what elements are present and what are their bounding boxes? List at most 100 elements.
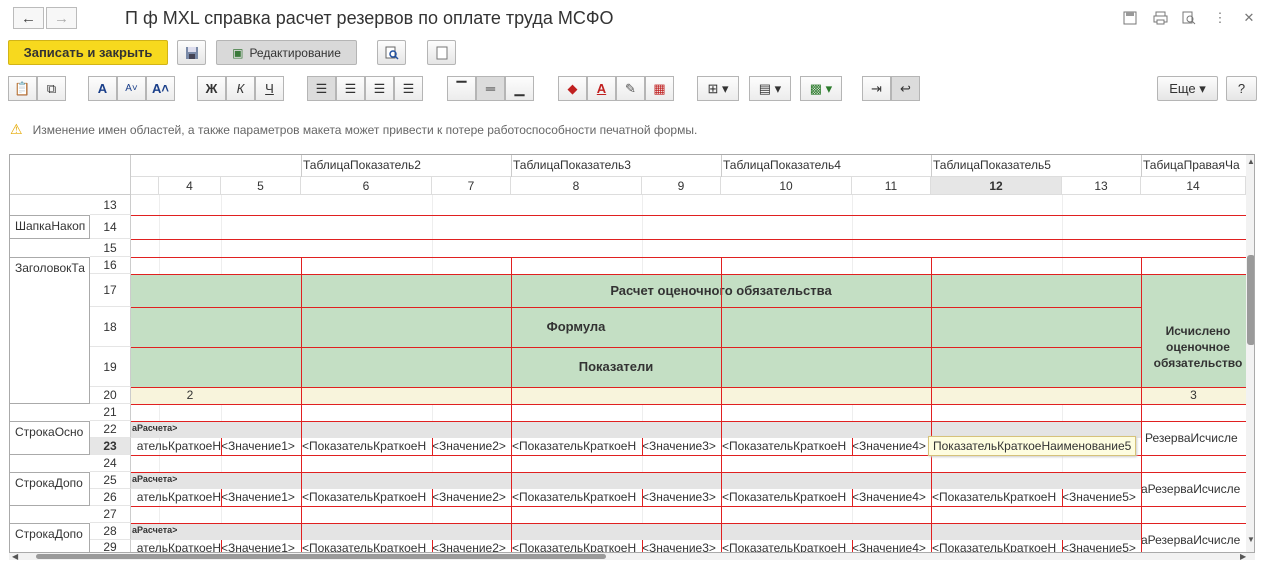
cell[interactable]: ательКраткоеН: [131, 541, 221, 552]
cell[interactable]: <ПоказательКраткоеН: [722, 439, 852, 453]
col-number[interactable]: 6: [301, 177, 432, 195]
row-number[interactable]: 21: [90, 404, 131, 421]
cell[interactable]: <Значение4>: [852, 490, 931, 504]
justify-button[interactable]: ☰: [394, 76, 423, 101]
cell[interactable]: аРезерваИсчисле: [1141, 482, 1246, 496]
clear-format-button[interactable]: ▦: [645, 76, 674, 101]
back-button[interactable]: ←: [13, 7, 44, 29]
more-button[interactable]: Еще ▾: [1157, 76, 1218, 101]
cell[interactable]: ательКраткоеН: [131, 490, 221, 504]
row-number[interactable]: 14: [90, 215, 131, 239]
cell[interactable]: <ПоказательКраткоеН: [722, 490, 852, 504]
valign-bottom-button[interactable]: ▁: [505, 76, 534, 101]
paste-button[interactable]: 📋: [8, 76, 37, 101]
row-number[interactable]: 20: [90, 387, 131, 404]
area-label[interactable]: ШапкаНакоп: [10, 215, 90, 239]
area-label[interactable]: СтрокаДопо: [10, 523, 90, 552]
cell[interactable]: <Значение2>: [432, 541, 511, 552]
col-number[interactable]: 8: [511, 177, 642, 195]
cell[interactable]: <Значение1>: [221, 439, 301, 453]
col-number[interactable]: 4: [159, 177, 221, 195]
align-right-button[interactable]: ☰: [365, 76, 394, 101]
cell[interactable]: <ПоказательКраткоеН: [932, 541, 1062, 552]
col-number[interactable]: 13: [1062, 177, 1141, 195]
row-number[interactable]: 16: [90, 257, 131, 274]
cell[interactable]: <ПоказательКраткоеН: [302, 439, 432, 453]
area-label[interactable]: ЗаголовокТа: [10, 257, 90, 404]
row-number[interactable]: 26: [90, 489, 131, 506]
align-center-button[interactable]: ☰: [336, 76, 365, 101]
table-button[interactable]: ▤ ▾: [749, 76, 791, 101]
row-number[interactable]: 29: [90, 540, 131, 552]
row-number[interactable]: 15: [90, 239, 131, 257]
cell[interactable]: <Значение1>: [221, 541, 301, 552]
spreadsheet-grid[interactable]: ТаблицаПоказатель2 ТаблицаПоказатель3 Та…: [9, 154, 1255, 553]
cell[interactable]: <Значение2>: [432, 439, 511, 453]
horizontal-scroll-thumb[interactable]: [36, 554, 606, 559]
wrap-button[interactable]: ↩: [891, 76, 920, 101]
page-button[interactable]: [427, 40, 456, 65]
col-number[interactable]: 11: [852, 177, 931, 195]
cell[interactable]: ательКраткоеН: [131, 439, 221, 453]
save-and-close-button[interactable]: Записать и закрыть: [8, 40, 168, 65]
cell[interactable]: <Значение2>: [432, 490, 511, 504]
cell[interactable]: <Значение4>: [852, 439, 931, 453]
cell[interactable]: <Значение5>: [1062, 490, 1141, 504]
cell[interactable]: <ПоказательКраткоеН: [512, 490, 642, 504]
valign-top-button[interactable]: ▔: [447, 76, 476, 101]
find-button[interactable]: [377, 40, 406, 65]
bold-button[interactable]: Ж: [197, 76, 226, 101]
area-label[interactable]: СтрокаДопо: [10, 472, 90, 506]
cell[interactable]: <ПоказательКраткоеН: [512, 541, 642, 552]
row-number[interactable]: 24: [90, 455, 131, 472]
picture-button[interactable]: ▩ ▾: [800, 76, 842, 101]
row-number-selected[interactable]: 23: [90, 438, 131, 455]
scroll-left-icon[interactable]: ◀: [12, 552, 18, 561]
cell[interactable]: <ПоказательКраткоеН: [722, 541, 852, 552]
font-decrease-button[interactable]: A˅: [117, 76, 146, 101]
vertical-scrollbar[interactable]: [1246, 155, 1254, 552]
font-button[interactable]: A: [88, 76, 117, 101]
cell[interactable]: <Значение3>: [642, 439, 721, 453]
col-number-selected[interactable]: 12: [931, 177, 1062, 195]
col-number[interactable]: 5: [221, 177, 301, 195]
cell[interactable]: <ПоказательКраткоеН: [302, 541, 432, 552]
cell[interactable]: аРезерваИсчисле: [1141, 533, 1246, 547]
cell[interactable]: <Значение4>: [852, 541, 931, 552]
borders-button[interactable]: ⊞ ▾: [697, 76, 739, 101]
fill-color-button[interactable]: ◆: [558, 76, 587, 101]
area-label[interactable]: СтрокаОсно: [10, 421, 90, 455]
scroll-down-icon[interactable]: ▼: [1247, 535, 1254, 545]
selected-cell-editor[interactable]: ПоказательКраткоеНаименование5: [928, 436, 1137, 456]
underline-button[interactable]: Ч: [255, 76, 284, 101]
row-number[interactable]: 18: [90, 307, 131, 347]
more-vertical-icon[interactable]: ⋮: [1211, 9, 1229, 27]
cell[interactable]: <Значение3>: [642, 541, 721, 552]
cell[interactable]: <Значение5>: [1062, 541, 1141, 552]
scroll-up-icon[interactable]: ▲: [1247, 157, 1254, 167]
cell[interactable]: РезерваИсчисле: [1145, 431, 1246, 445]
cell[interactable]: <ПоказательКраткоеН: [302, 490, 432, 504]
cell[interactable]: <Значение3>: [642, 490, 721, 504]
row-number[interactable]: 17: [90, 274, 131, 307]
col-number[interactable]: 9: [642, 177, 721, 195]
vertical-scroll-thumb[interactable]: [1247, 255, 1254, 345]
print-icon[interactable]: [1151, 9, 1169, 27]
align-left-button[interactable]: ☰: [307, 76, 336, 101]
text-color-button[interactable]: A: [587, 76, 616, 101]
row-number[interactable]: 27: [90, 506, 131, 523]
row-number[interactable]: 19: [90, 347, 131, 387]
col-number[interactable]: 14: [1141, 177, 1246, 195]
cell[interactable]: <ПоказательКраткоеН: [932, 490, 1062, 504]
indent-button[interactable]: ⇥: [862, 76, 891, 101]
row-number[interactable]: 25: [90, 472, 131, 489]
col-number[interactable]: 7: [432, 177, 511, 195]
scroll-right-icon[interactable]: ▶: [1240, 552, 1246, 561]
row-number[interactable]: 28: [90, 523, 131, 540]
font-increase-button[interactable]: A˄: [146, 76, 175, 101]
help-button[interactable]: ?: [1226, 76, 1257, 101]
save-button[interactable]: [177, 40, 206, 65]
pen-button[interactable]: ✎: [616, 76, 645, 101]
close-icon[interactable]: ✕: [1240, 9, 1258, 27]
col-number[interactable]: 10: [721, 177, 852, 195]
